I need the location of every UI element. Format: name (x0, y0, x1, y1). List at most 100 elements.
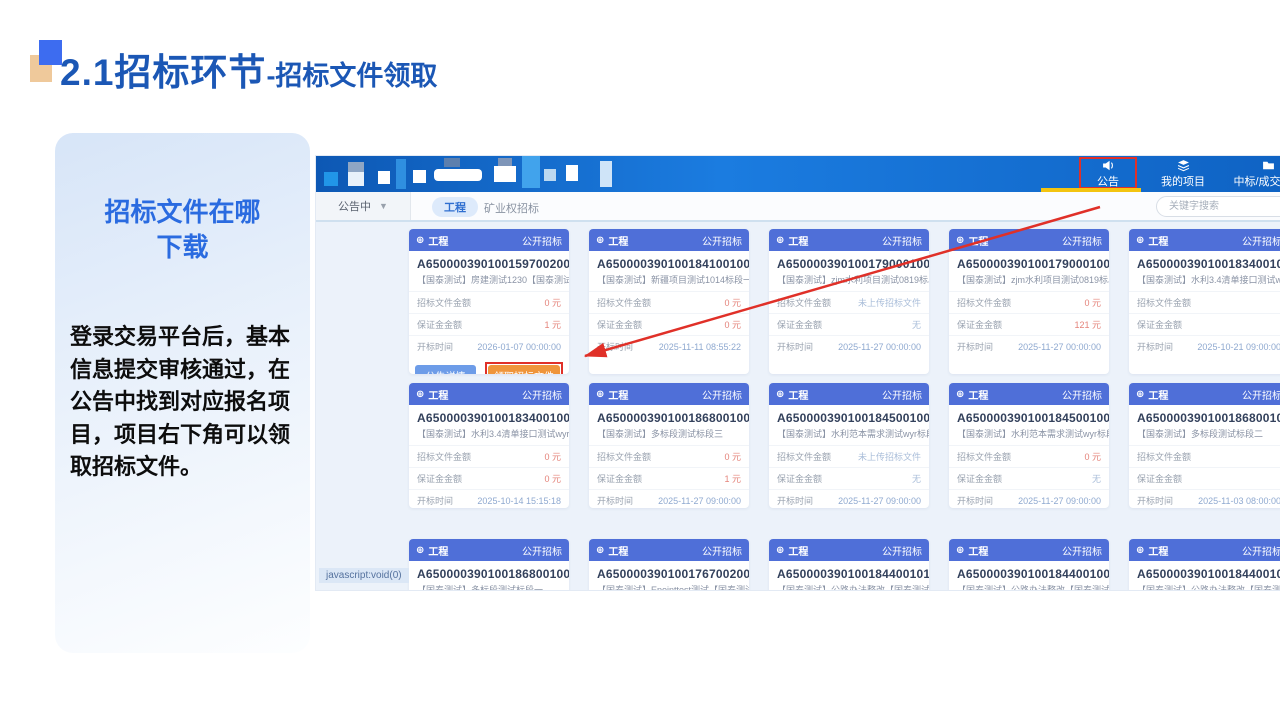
card-header: ⊕工程 公开招标 (589, 383, 749, 405)
project-type-icon: ⊕ (1136, 389, 1144, 400)
project-card[interactable]: ⊕工程 公开招标 A6500003901001834001001 【国泰测试】水… (409, 383, 569, 508)
page-title-sub: -招标文件领取 (266, 54, 437, 93)
project-card[interactable]: ⊕工程 公开招标 A6500003901001597002001 【国泰测试】房… (409, 229, 569, 374)
status-bar-link-preview: javascript:void(0) (319, 568, 409, 583)
open-time-row: 开标时间 2025-11-27 00:00:00 (949, 335, 1109, 357)
doc-fee-label: 招标文件金额 (597, 450, 651, 463)
doc-fee-row: 招标文件金额 0 元 (949, 291, 1109, 313)
project-name: 【国泰测试】水利3.4清单接口测试wyr标段 (409, 426, 569, 445)
project-type-icon: ⊕ (596, 235, 604, 246)
project-card[interactable]: ⊕工程 公开招标 A6500003901001868001003 【国泰测试】多… (589, 383, 749, 508)
project-type-icon: ⊕ (416, 545, 424, 556)
project-type-icon: ⊕ (956, 235, 964, 246)
card-row: ⊕工程 公开招标 A6500003901001834001001 【国泰测试】水… (409, 383, 1280, 508)
doc-fee-value: 未上传招标文件 (858, 296, 921, 309)
bid-method-label: 公开招标 (702, 543, 742, 558)
card-header: ⊕工程 公开招标 (409, 229, 569, 251)
doc-fee-row: 招标文件金额 未上传招标文件 (769, 445, 929, 467)
deposit-row: 保证金金额 (1129, 467, 1280, 489)
project-number: A6500003901001841001001 (589, 251, 749, 272)
project-card[interactable]: ⊕工程 公开招标 A6500003901001845001001 【国泰测试】水… (949, 383, 1109, 508)
nav-item-my-projects[interactable]: 我的项目 (1143, 158, 1223, 190)
open-time-value: 2025-11-27 09:00:00 (838, 496, 921, 506)
project-type: ⊕工程 (956, 233, 988, 248)
deposit-row: 保证金金额无 (769, 313, 929, 335)
open-time-value: 2025-11-27 09:00:00 (658, 496, 741, 506)
open-time-row: 开标时间2025-11-27 00:00:00 (769, 335, 929, 357)
nav-item-won-projects[interactable]: 中标/成交项目 (1223, 158, 1280, 190)
bid-method-label: 公开招标 (522, 387, 562, 402)
project-card[interactable]: ⊕工程 公开招标 A6500003901001844001009 【国泰测试】公… (949, 539, 1109, 591)
open-time-value: 2025-11-27 00:00:00 (838, 342, 921, 352)
project-card[interactable]: ⊕工程 公开招标 A6500003901001868001002 【国泰测试】多… (1129, 383, 1280, 508)
doc-fee-label: 招标文件金额 (1137, 296, 1191, 309)
project-type-label: 工程 (608, 233, 628, 248)
doc-fee-label: 招标文件金额 (777, 296, 831, 309)
get-bid-doc-button[interactable]: 领取招标文件 (488, 365, 560, 374)
doc-fee-label: 招标文件金额 (777, 450, 831, 463)
project-card[interactable]: ⊕工程 公开招标 A6500003901001868001001 【国泰测试】多… (409, 539, 569, 591)
tab-engineering[interactable]: 工程 (432, 197, 478, 217)
nav-label: 中标/成交项目 (1233, 173, 1280, 189)
project-card[interactable]: ⊕工程 公开招标 A6500003901001790001002 【国泰测试】z… (769, 229, 929, 374)
project-number: A6500003901001834001001 (409, 405, 569, 426)
announcement-highlight-box (1079, 157, 1137, 189)
open-time-row: 开标时间2025-10-21 09:00:00 (1129, 335, 1280, 357)
project-type: ⊕工程 (956, 387, 988, 402)
card-footer: 公告详情 领取招标文件 (409, 357, 569, 374)
stack-icon (1177, 159, 1190, 172)
tab-mining-rights[interactable]: 矿业权招标 (484, 200, 539, 216)
card-header: ⊕工程 公开招标 (409, 383, 569, 405)
nav-label: 我的项目 (1161, 173, 1205, 189)
open-time-row: 开标时间2025-11-11 08:55:22 (589, 335, 749, 357)
announcement-detail-button[interactable]: 公告详情 (415, 365, 476, 374)
deposit-value: 0 元 (724, 318, 741, 331)
card-header: ⊕工程 公开招标 (769, 539, 929, 561)
open-time-label: 开标时间 (417, 494, 453, 507)
project-type: ⊕工程 (1136, 233, 1168, 248)
project-name: 【国泰测试】新疆项目测试1014标段一 (589, 272, 749, 291)
open-time-label: 开标时间 (957, 340, 993, 353)
bid-method-label: 公开招标 (522, 543, 562, 558)
project-card[interactable]: ⊕工程 公开招标 A6500003901001841001001 【国泰测试】新… (589, 229, 749, 374)
project-name: 【国泰测试】水利3.4清单接口测试wyr标段 (1129, 272, 1280, 291)
deposit-label: 保证金金额 (777, 318, 822, 331)
project-card[interactable]: ⊕工程 公开招标 A6500003901001844001008 【国泰测试】公… (1129, 539, 1280, 591)
doc-fee-label: 招标文件金额 (417, 450, 471, 463)
project-type: ⊕ 工程 (596, 233, 628, 248)
deposit-value: 1 元 (544, 318, 561, 331)
pixelated-logo (316, 156, 636, 192)
bid-method-label: 公开招标 (522, 233, 562, 248)
card-header: ⊕工程 公开招标 (949, 383, 1109, 405)
doc-fee-value: 未上传招标文件 (858, 450, 921, 463)
doc-fee-value: 0 元 (1084, 296, 1101, 309)
open-time-label: 开标时间 (777, 494, 813, 507)
bid-method-label: 公开招标 (882, 387, 922, 402)
project-card[interactable]: ⊕工程 公开招标 A6500003901001767002001 【国泰测试】E… (589, 539, 749, 591)
page-title-main: 2.1招标环节 (60, 42, 266, 96)
bid-method-label: 公开招标 (1062, 543, 1102, 558)
card-header: ⊕工程 公开招标 (949, 539, 1109, 561)
doc-fee-row: 招标文件金额0 元 (949, 445, 1109, 467)
open-time-label: 开标时间 (597, 494, 633, 507)
status-dropdown-value: 公告中 (338, 198, 371, 214)
open-time-label: 开标时间 (597, 340, 633, 353)
project-type-label: 工程 (1148, 387, 1168, 402)
doc-fee-row: 招标文件金额 未上传招标文件 (769, 291, 929, 313)
open-time-value: 2025-11-27 00:00:00 (1018, 342, 1101, 352)
project-card[interactable]: ⊕工程 公开招标 A6500003901001845001002 【国泰测试】水… (769, 383, 929, 508)
deposit-label: 保证金金额 (597, 318, 642, 331)
doc-fee-label: 招标文件金额 (417, 296, 471, 309)
project-card[interactable]: ⊕工程 公开招标 A6500003901001790001001 【国泰测试】z… (949, 229, 1109, 374)
status-dropdown[interactable]: 公告中 ▼ (316, 192, 411, 220)
project-type: ⊕工程 (416, 233, 448, 248)
project-card[interactable]: ⊕工程 公开招标 A6500003901001834001002 【国泰测试】水… (1129, 229, 1280, 374)
doc-fee-label: 招标文件金额 (957, 296, 1011, 309)
deposit-value: 无 (1092, 472, 1101, 485)
deposit-row: 保证金金额121 元 (949, 313, 1109, 335)
open-time-row: 开标时间2026-01-07 00:00:00 (409, 335, 569, 357)
project-card[interactable]: ⊕工程 公开招标 A6500003901001844001010 【国泰测试】公… (769, 539, 929, 591)
deposit-value: 121 元 (1074, 318, 1101, 331)
deposit-row: 保证金金额 0 元 (589, 313, 749, 335)
search-input[interactable]: 关键字搜索 (1156, 196, 1280, 217)
